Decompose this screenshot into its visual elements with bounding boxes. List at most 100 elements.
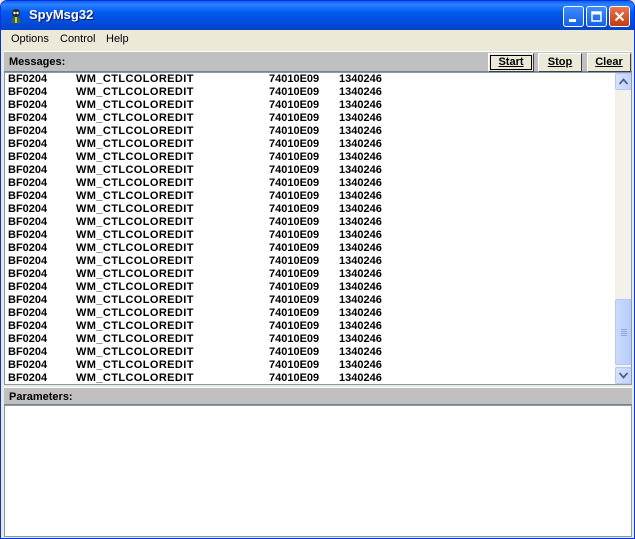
wparam-cell: 74010E09 bbox=[269, 164, 320, 176]
spy-icon bbox=[11, 9, 21, 23]
thumb-grip bbox=[621, 329, 627, 330]
message-name-cell: WM_CTLCOLOREDIT bbox=[76, 151, 194, 163]
window-handle-cell: BF0204 bbox=[8, 203, 48, 215]
list-item[interactable]: BF0204 WM_CTLCOLOREDIT 74010E09 1340246 bbox=[5, 99, 615, 112]
list-item[interactable]: BF0204 WM_CTLCOLOREDIT 74010E09 1340246 bbox=[5, 307, 615, 320]
list-item[interactable]: BF0204 WM_CTLCOLOREDIT 74010E09 1340246 bbox=[5, 268, 615, 281]
window-handle-cell: BF0204 bbox=[8, 281, 48, 293]
wparam-cell: 74010E09 bbox=[269, 281, 320, 293]
window-handle-cell: BF0204 bbox=[8, 372, 48, 384]
lparam-cell: 1340246 bbox=[339, 216, 382, 228]
message-name-cell: WM_CTLCOLOREDIT bbox=[76, 268, 194, 280]
window-handle-cell: BF0204 bbox=[8, 242, 48, 254]
window-handle-cell: BF0204 bbox=[8, 346, 48, 358]
arrow-down-icon bbox=[619, 372, 628, 379]
lparam-cell: 1340246 bbox=[339, 190, 382, 202]
message-name-cell: WM_CTLCOLOREDIT bbox=[76, 203, 194, 215]
window-handle-cell: BF0204 bbox=[8, 229, 48, 241]
wparam-cell: 74010E09 bbox=[269, 177, 320, 189]
list-item[interactable]: BF0204 WM_CTLCOLOREDIT 74010E09 1340246 bbox=[5, 164, 615, 177]
maximize-button[interactable] bbox=[586, 6, 607, 27]
list-item[interactable]: BF0204 WM_CTLCOLOREDIT 74010E09 1340246 bbox=[5, 242, 615, 255]
list-item[interactable]: BF0204 WM_CTLCOLOREDIT 74010E09 1340246 bbox=[5, 320, 615, 333]
message-name-cell: WM_CTLCOLOREDIT bbox=[76, 359, 194, 371]
list-item[interactable]: BF0204 WM_CTLCOLOREDIT 74010E09 1340246 bbox=[5, 73, 615, 86]
thumb-grip bbox=[621, 335, 627, 336]
wparam-cell: 74010E09 bbox=[269, 255, 320, 267]
message-name-cell: WM_CTLCOLOREDIT bbox=[76, 99, 194, 111]
lparam-cell: 1340246 bbox=[339, 138, 382, 150]
scroll-up-button[interactable] bbox=[615, 73, 631, 90]
message-name-cell: WM_CTLCOLOREDIT bbox=[76, 125, 194, 137]
lparam-cell: 1340246 bbox=[339, 359, 382, 371]
window-handle-cell: BF0204 bbox=[8, 294, 48, 306]
window-handle-cell: BF0204 bbox=[8, 268, 48, 280]
lparam-cell: 1340246 bbox=[339, 268, 382, 280]
lparam-cell: 1340246 bbox=[339, 255, 382, 267]
wparam-cell: 74010E09 bbox=[269, 216, 320, 228]
window-handle-cell: BF0204 bbox=[8, 138, 48, 150]
wparam-cell: 74010E09 bbox=[269, 294, 320, 306]
close-icon bbox=[614, 11, 625, 22]
window-handle-cell: BF0204 bbox=[8, 255, 48, 267]
wparam-cell: 74010E09 bbox=[269, 138, 320, 150]
lparam-cell: 1340246 bbox=[339, 346, 382, 358]
list-item[interactable]: BF0204 WM_CTLCOLOREDIT 74010E09 1340246 bbox=[5, 203, 615, 216]
menu-control[interactable]: Control bbox=[60, 33, 95, 45]
message-name-cell: WM_CTLCOLOREDIT bbox=[76, 307, 194, 319]
window-handle-cell: BF0204 bbox=[8, 164, 48, 176]
list-item[interactable]: BF0204 WM_CTLCOLOREDIT 74010E09 1340246 bbox=[5, 151, 615, 164]
list-item[interactable]: BF0204 WM_CTLCOLOREDIT 74010E09 1340246 bbox=[5, 294, 615, 307]
close-button[interactable] bbox=[609, 6, 630, 27]
scroll-down-button[interactable] bbox=[615, 367, 631, 384]
wparam-cell: 74010E09 bbox=[269, 359, 320, 371]
list-item[interactable]: BF0204 WM_CTLCOLOREDIT 74010E09 1340246 bbox=[5, 138, 615, 151]
window-handle-cell: BF0204 bbox=[8, 125, 48, 137]
window-handle-cell: BF0204 bbox=[8, 86, 48, 98]
wparam-cell: 74010E09 bbox=[269, 151, 320, 163]
list-item[interactable]: BF0204 WM_CTLCOLOREDIT 74010E09 1340246 bbox=[5, 112, 615, 125]
window-handle-cell: BF0204 bbox=[8, 307, 48, 319]
message-name-cell: WM_CTLCOLOREDIT bbox=[76, 138, 194, 150]
wparam-cell: 74010E09 bbox=[269, 229, 320, 241]
list-item[interactable]: BF0204 WM_CTLCOLOREDIT 74010E09 1340246 bbox=[5, 346, 615, 359]
message-name-cell: WM_CTLCOLOREDIT bbox=[76, 255, 194, 267]
message-name-cell: WM_CTLCOLOREDIT bbox=[76, 346, 194, 358]
minimize-icon bbox=[569, 19, 576, 22]
window-handle-cell: BF0204 bbox=[8, 190, 48, 202]
start-button[interactable]: Start bbox=[488, 53, 534, 72]
menu-bar: Options Control Help bbox=[4, 30, 632, 50]
minimize-button[interactable] bbox=[563, 6, 584, 27]
list-item[interactable]: BF0204 WM_CTLCOLOREDIT 74010E09 1340246 bbox=[5, 333, 615, 346]
message-name-cell: WM_CTLCOLOREDIT bbox=[76, 164, 194, 176]
messages-list[interactable]: BF0204 WM_CTLCOLOREDIT 74010E09 1340246 BF02… bbox=[4, 72, 632, 385]
list-item[interactable]: BF0204 WM_CTLCOLOREDIT 74010E09 1340246 bbox=[5, 359, 615, 372]
window-handle-cell: BF0204 bbox=[8, 73, 48, 85]
list-item[interactable]: BF0204 WM_CTLCOLOREDIT 74010E09 1340246 bbox=[5, 125, 615, 138]
window-handle-cell: BF0204 bbox=[8, 216, 48, 228]
parameters-panel[interactable] bbox=[4, 405, 632, 537]
list-item[interactable]: BF0204 WM_CTLCOLOREDIT 74010E09 1340246 bbox=[5, 229, 615, 242]
messages-label: Messages: bbox=[9, 56, 66, 68]
list-item[interactable]: BF0204 WM_CTLCOLOREDIT 74010E09 1340246 bbox=[5, 190, 615, 203]
wparam-cell: 74010E09 bbox=[269, 86, 320, 98]
lparam-cell: 1340246 bbox=[339, 307, 382, 319]
window-handle-cell: BF0204 bbox=[8, 177, 48, 189]
list-item[interactable]: BF0204 WM_CTLCOLOREDIT 74010E09 1340246 bbox=[5, 372, 615, 384]
menu-options[interactable]: Options bbox=[11, 33, 49, 45]
vertical-scrollbar[interactable] bbox=[615, 73, 631, 384]
scroll-thumb[interactable] bbox=[615, 299, 631, 365]
lparam-cell: 1340246 bbox=[339, 112, 382, 124]
clear-button[interactable]: Clear bbox=[587, 53, 631, 72]
message-name-cell: WM_CTLCOLOREDIT bbox=[76, 294, 194, 306]
list-item[interactable]: BF0204 WM_CTLCOLOREDIT 74010E09 1340246 bbox=[5, 86, 615, 99]
menu-help[interactable]: Help bbox=[106, 33, 129, 45]
lparam-cell: 1340246 bbox=[339, 86, 382, 98]
stop-button[interactable]: Stop bbox=[538, 53, 582, 72]
list-item[interactable]: BF0204 WM_CTLCOLOREDIT 74010E09 1340246 bbox=[5, 177, 615, 190]
list-item[interactable]: BF0204 WM_CTLCOLOREDIT 74010E09 1340246 bbox=[5, 216, 615, 229]
wparam-cell: 74010E09 bbox=[269, 333, 320, 345]
list-item[interactable]: BF0204 WM_CTLCOLOREDIT 74010E09 1340246 bbox=[5, 281, 615, 294]
list-item[interactable]: BF0204 WM_CTLCOLOREDIT 74010E09 1340246 bbox=[5, 255, 615, 268]
title-bar[interactable]: SpyMsg32 bbox=[1, 1, 634, 30]
